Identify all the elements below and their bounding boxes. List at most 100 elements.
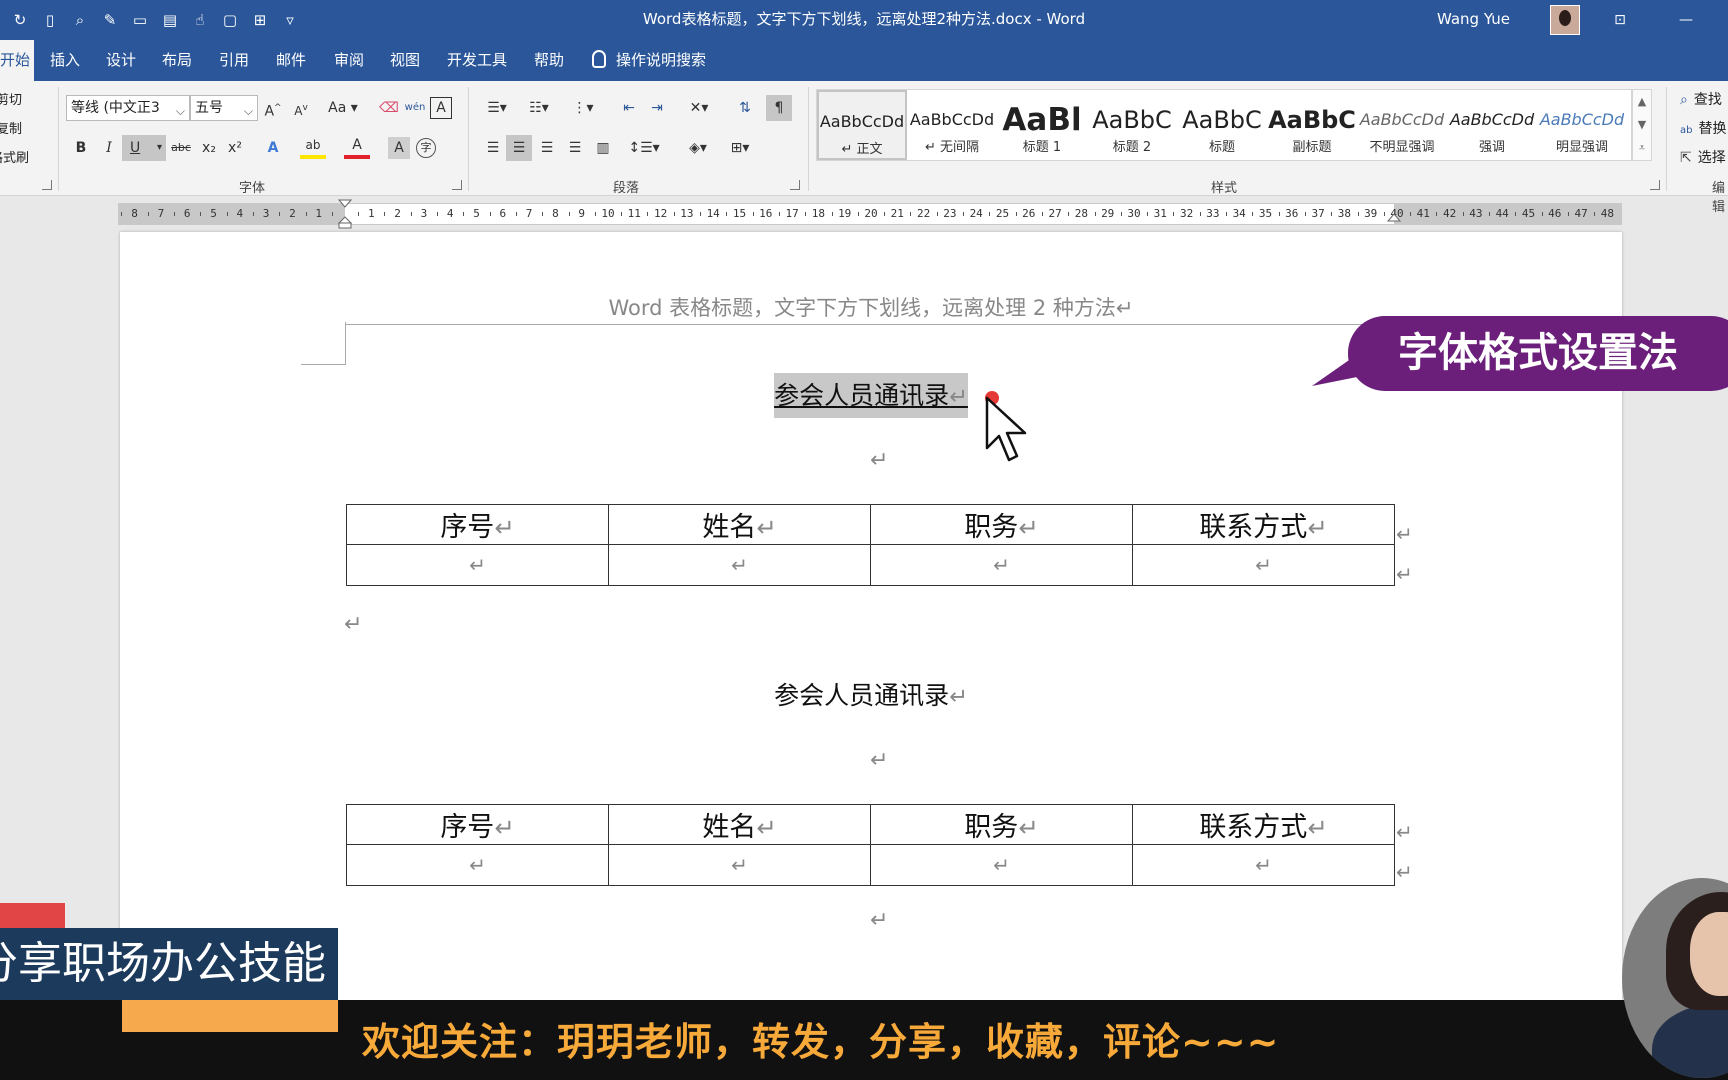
table-heading[interactable]: 参会人员通讯录↵ (120, 676, 1622, 712)
table-header-cell[interactable]: 序号↵ (346, 504, 609, 545)
table-cell[interactable]: ↵ (1132, 544, 1395, 586)
align-left-icon[interactable]: ☰ (480, 135, 506, 161)
right-indent-marker-icon[interactable] (1387, 212, 1401, 226)
shrink-font-button[interactable]: Av (288, 95, 314, 121)
font-color-button[interactable]: A (344, 135, 370, 159)
enclose-characters-button[interactable]: 字 (416, 138, 436, 158)
table-cell[interactable]: ↵ (870, 844, 1133, 886)
style-normal[interactable]: AaBbCcDd ↵ 正文 (817, 90, 907, 160)
decrease-indent-icon[interactable]: ⇤ (616, 95, 642, 121)
bullets-button[interactable]: ☰▾ (480, 95, 514, 121)
tab-home[interactable]: 开始 (0, 40, 34, 81)
empty-paragraph-mark[interactable]: ↵ (344, 612, 362, 637)
subscript-button[interactable]: x₂ (196, 135, 222, 161)
empty-paragraph-mark[interactable]: ↵ (870, 908, 888, 933)
table-header-cell[interactable]: 职务↵ (870, 804, 1133, 845)
italic-button[interactable]: I (96, 135, 122, 161)
table-cell[interactable]: ↵ (346, 544, 609, 586)
multilevel-list-button[interactable]: ⋮▾ (566, 95, 600, 121)
superscript-button[interactable]: x² (222, 135, 248, 161)
tab-view[interactable]: 视图 (390, 40, 420, 81)
table-header-cell[interactable]: 职务↵ (870, 504, 1133, 545)
table-cell[interactable]: ↵ (346, 844, 609, 886)
empty-paragraph-mark[interactable]: ↵ (870, 748, 888, 773)
align-center-icon[interactable]: ☰ (506, 135, 532, 161)
ruler-minor-tick (594, 212, 596, 216)
underline-button[interactable]: U ▾ (122, 135, 166, 161)
borders-button[interactable]: ⊞▾ (722, 135, 758, 161)
indent-marker-icon[interactable] (338, 199, 352, 229)
font-size-combo[interactable]: 五号 ⌵ (190, 95, 258, 121)
style-title[interactable]: AaBbC 标题 (1177, 90, 1267, 160)
style-heading-2[interactable]: AaBbC 标题 2 (1087, 90, 1177, 160)
ruler-number: 13 (680, 207, 694, 220)
find-button[interactable]: ⌕ 查找 (1680, 89, 1722, 109)
ruler-number: 18 (811, 207, 826, 220)
grow-font-button[interactable]: A^ (260, 95, 286, 121)
character-border-button[interactable]: A (430, 97, 452, 119)
copy-button[interactable]: 复制 (0, 118, 22, 137)
scroll-down-icon[interactable]: ▼ (1633, 113, 1651, 136)
user-name[interactable]: Wang Yue (1437, 0, 1510, 40)
bold-button[interactable]: B (68, 135, 94, 161)
phonetic-guide-button[interactable]: wén (402, 95, 428, 121)
strikethrough-button[interactable]: abc (168, 135, 194, 161)
style-subtitle[interactable]: AaBbC 副标题 (1267, 90, 1357, 160)
select-button[interactable]: ⇱ 选择 (1680, 147, 1726, 167)
style-heading-1[interactable]: AaBl 标题 1 (997, 90, 1087, 160)
ruler-minor-tick (121, 212, 123, 216)
table-cell[interactable]: ↵ (608, 544, 871, 586)
cut-button[interactable]: 剪切 (0, 89, 22, 108)
style-subtle-emphasis[interactable]: AaBbCcDd 不明显强调 (1357, 90, 1447, 160)
table-cell[interactable]: ↵ (870, 544, 1133, 586)
tab-developer[interactable]: 开发工具 (447, 40, 507, 81)
tab-review[interactable]: 审阅 (334, 40, 364, 81)
replace-button[interactable]: ab 替换 (1680, 118, 1726, 138)
table-cell[interactable]: ↵ (1132, 844, 1395, 886)
table-header-cell[interactable]: 联系方式↵ (1132, 504, 1395, 545)
tab-design[interactable]: 设计 (106, 40, 136, 81)
empty-paragraph-mark[interactable]: ↵ (870, 448, 888, 473)
line-spacing-button[interactable]: ↕☰▾ (626, 135, 662, 161)
font-launcher-icon[interactable] (452, 180, 462, 190)
tell-me-search[interactable]: 操作说明搜索 (592, 40, 706, 81)
tab-layout[interactable]: 布局 (162, 40, 192, 81)
format-painter-button[interactable]: 格式刷 (0, 147, 29, 166)
table-header-cell[interactable]: 序号↵ (346, 804, 609, 845)
style-intense-emphasis[interactable]: AaBbCcDd 明显强调 (1537, 90, 1627, 160)
clear-formatting-icon[interactable]: ⌫ (376, 95, 402, 121)
show-marks-icon[interactable]: ¶ (766, 95, 792, 121)
increase-indent-icon[interactable]: ⇥ (644, 95, 670, 121)
change-case-button[interactable]: Aa ▾ (326, 95, 360, 121)
table-header-cell[interactable]: 姓名↵ (608, 804, 871, 845)
table-header-cell[interactable]: 姓名↵ (608, 504, 871, 545)
tab-mailings[interactable]: 邮件 (276, 40, 306, 81)
ribbon-display-options-icon[interactable]: ⊡ (1608, 8, 1632, 32)
character-shading-button[interactable]: A (388, 137, 410, 159)
ruler-number: 10 (601, 207, 615, 220)
style-no-spacing[interactable]: AaBbCcDd ↵ 无间隔 (907, 90, 997, 160)
font-name-combo[interactable]: 等线 (中文正3 ⌵ (66, 95, 190, 121)
tab-references[interactable]: 引用 (219, 40, 249, 81)
paragraph-launcher-icon[interactable] (790, 180, 800, 190)
shading-button[interactable]: ◈▾ (680, 135, 716, 161)
distributed-icon[interactable]: ▥ (590, 135, 616, 161)
table-header-cell[interactable]: 联系方式↵ (1132, 804, 1395, 845)
expand-gallery-icon[interactable]: ⩡ (1633, 136, 1651, 159)
highlight-color-button[interactable]: ab (300, 135, 326, 159)
justify-icon[interactable]: ☰ (562, 135, 588, 161)
sort-icon[interactable]: ⇅ (732, 95, 758, 121)
align-right-icon[interactable]: ☰ (534, 135, 560, 161)
tab-help[interactable]: 帮助 (534, 40, 564, 81)
user-avatar[interactable] (1550, 5, 1580, 35)
style-emphasis[interactable]: AaBbCcDd 强调 (1447, 90, 1537, 160)
asian-layout-button[interactable]: ✕▾ (682, 95, 716, 121)
minimize-icon[interactable]: — (1674, 8, 1698, 32)
clipboard-launcher-icon[interactable] (42, 180, 52, 190)
tab-insert[interactable]: 插入 (50, 40, 80, 81)
numbering-button[interactable]: ☷▾ (522, 95, 556, 121)
text-effects-button[interactable]: A (260, 135, 286, 161)
table-cell[interactable]: ↵ (608, 844, 871, 886)
styles-launcher-icon[interactable] (1650, 180, 1660, 190)
scroll-up-icon[interactable]: ▲ (1633, 90, 1651, 113)
